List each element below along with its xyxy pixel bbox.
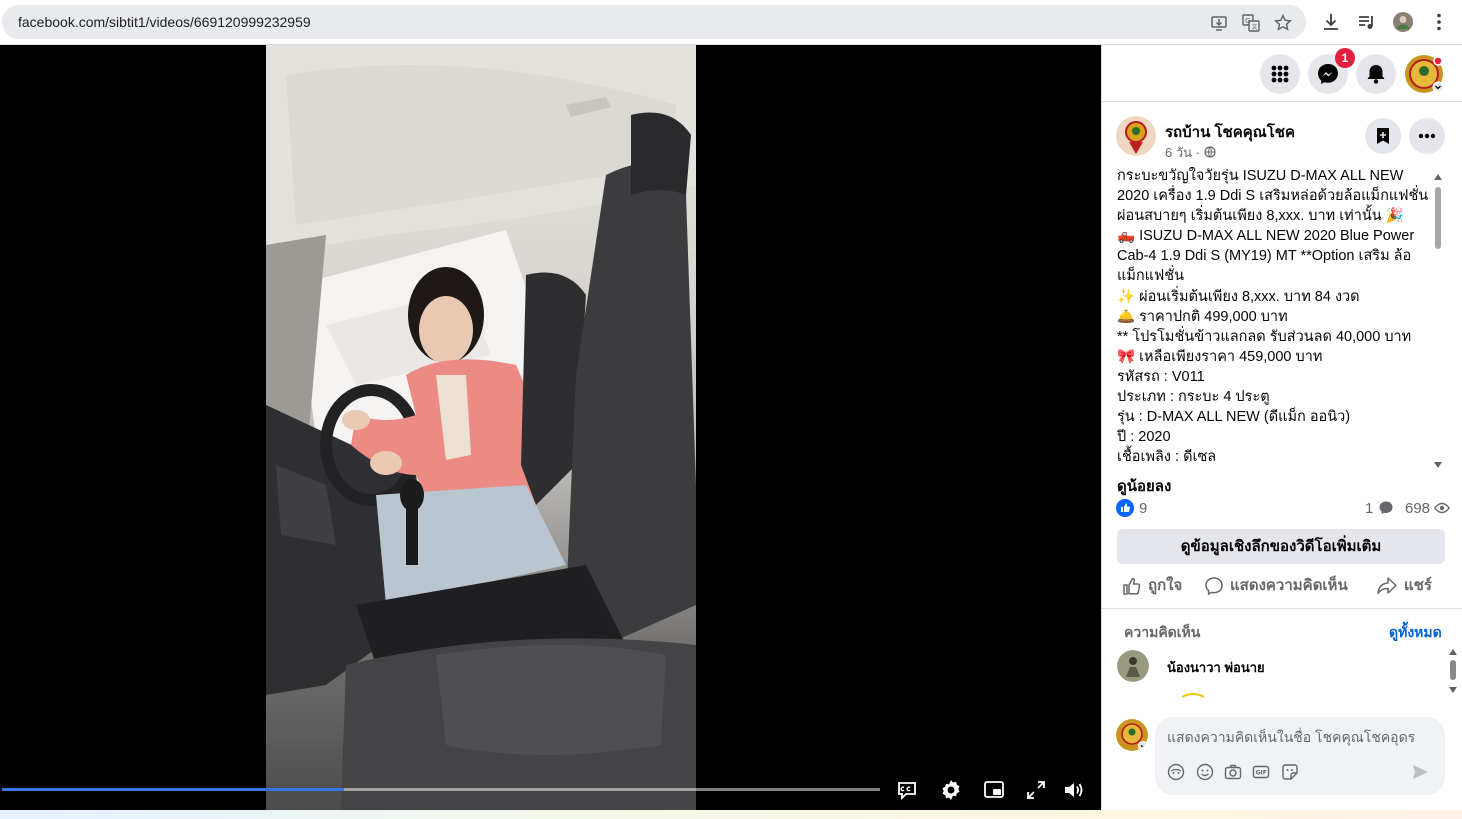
captions-icon[interactable] [895, 778, 919, 802]
browser-toolbar: facebook.com/sibtit1/videos/669120999232… [0, 0, 1462, 45]
volume-icon[interactable] [1062, 778, 1086, 802]
comment-action-label: แสดงความคิดเห็น [1230, 577, 1348, 594]
commenter-avatar[interactable] [1117, 650, 1149, 682]
like-count[interactable]: 9 [1139, 500, 1147, 517]
thumbs-up-icon [1123, 577, 1141, 595]
translate-icon[interactable]: G 文 [1242, 14, 1260, 32]
commenter-name[interactable]: น้องนาวา พ่อนาย [1167, 657, 1265, 678]
progress-bar[interactable] [2, 788, 880, 791]
bookmark-add-icon [1377, 128, 1389, 144]
comment-bubble-icon [1379, 501, 1393, 514]
svg-text:GIF: GIF [1256, 770, 1267, 777]
comment-input-placeholder[interactable]: แสดงความคิดเห็นในชื่อ โชคคุณโชคอุดร [1167, 727, 1415, 749]
view-count-text: 698 [1405, 500, 1431, 517]
video-still [266, 45, 696, 810]
comments-label: ความคิดเห็น [1124, 624, 1201, 640]
svg-text:G: G [1245, 17, 1250, 25]
fullscreen-icon[interactable] [1024, 778, 1048, 802]
more-options-button[interactable] [1409, 118, 1445, 154]
view-count: 698 [1405, 500, 1451, 517]
post-time[interactable]: 6 วัน · [1165, 142, 1216, 163]
share-action-label: แชร์ [1404, 577, 1432, 594]
page-avatar[interactable] [1116, 116, 1156, 156]
avatar-sticker-icon[interactable] [1167, 763, 1185, 781]
page-name[interactable]: รถบ้าน โชคคุณโชค [1165, 120, 1295, 144]
window-bottom-edge [0, 810, 1462, 819]
messenger-badge: 1 [1335, 48, 1355, 68]
description-line: ✨ ผ่อนเริ่มต้นเพียง 8,xxx. บาท 84 งวด [1117, 288, 1360, 305]
like-action-label: ถูกใจ [1148, 577, 1183, 594]
description-line: เชื้อเพลิง : ดีเซล [1117, 449, 1217, 466]
description-line: 🎀 เหลือเพียงราคา 459,000 บาท [1117, 348, 1323, 365]
media-control-icon[interactable] [1356, 11, 1378, 33]
svg-text:文: 文 [1252, 23, 1258, 31]
kebab-menu-icon[interactable] [1428, 11, 1450, 33]
share-action-button[interactable]: แชร์ [1376, 575, 1432, 599]
post-description: กระบะขวัญใจวัยรุ่น ISUZU D-MAX ALL NEW 2… [1117, 166, 1435, 467]
comment-count[interactable]: 1 [1365, 500, 1394, 517]
menu-button[interactable] [1260, 54, 1300, 94]
emoji-icon[interactable] [1196, 763, 1214, 781]
video-player[interactable] [0, 45, 1101, 810]
see-all-comments-link[interactable]: ดูทั้งหมด [1389, 622, 1442, 644]
actions-divider [1101, 608, 1462, 609]
eye-icon [1434, 502, 1451, 514]
description-line: กระบะขวัญใจวัยรุ่น ISUZU D-MAX ALL NEW 2… [1117, 168, 1429, 225]
picture-in-picture-icon[interactable] [982, 778, 1006, 802]
description-line: 🛻 ISUZU D-MAX ALL NEW 2020 Blue Power Ca… [1117, 228, 1415, 285]
description-line: ** โปรโมชั่นข้าวแลกลด รับส่วนลด 40,000 บ… [1117, 328, 1412, 345]
gif-icon[interactable]: GIF [1252, 763, 1270, 781]
comment-action-button[interactable]: แสดงความคิดเห็น [1204, 575, 1348, 599]
download-icon[interactable] [1320, 11, 1342, 33]
address-bar[interactable]: facebook.com/sibtit1/videos/669120999232… [2, 5, 1306, 39]
settings-gear-icon[interactable] [939, 778, 963, 802]
like-action-button[interactable]: ถูกใจ [1122, 575, 1182, 599]
see-less-link[interactable]: ดูน้อยลง [1117, 474, 1171, 498]
comments-scrollbar[interactable] [1447, 648, 1459, 694]
like-reaction-icon[interactable] [1116, 499, 1134, 517]
progress-fill [2, 788, 345, 791]
video-insights-button[interactable]: ดูข้อมูลเชิงลึกของวิดีโอเพิ่มเติม [1117, 529, 1445, 564]
description-line: ประเภท : กระบะ 4 ประตู [1117, 389, 1270, 406]
send-icon[interactable] [1411, 763, 1429, 781]
commenter-avatar-image [1117, 650, 1149, 682]
bookmark-star-icon[interactable] [1274, 14, 1292, 32]
globe-icon [1204, 146, 1216, 158]
comment-icon [1205, 577, 1223, 596]
description-line: รหัสรถ : V011 [1117, 368, 1205, 385]
comment-composer[interactable]: แสดงความคิดเห็นในชื่อ โชคคุณโชคอุดร GIF [1155, 717, 1445, 795]
video-frame[interactable] [266, 45, 696, 810]
notifications-button[interactable] [1356, 54, 1396, 94]
my-avatar-image [1116, 719, 1148, 751]
comment-preview-fragment [1181, 693, 1205, 698]
description-line: รุ่น : D-MAX ALL NEW (ดีแม็ก ออนิว) [1117, 409, 1351, 426]
url-text[interactable]: facebook.com/sibtit1/videos/669120999232… [18, 14, 311, 30]
install-app-icon[interactable] [1210, 14, 1228, 32]
description-line: ปี : 2020 [1117, 429, 1171, 446]
menu-grid-icon [1271, 65, 1289, 83]
sticker-icon[interactable] [1281, 763, 1299, 781]
post-time-text[interactable]: 6 วัน · [1165, 145, 1200, 160]
page-avatar-image [1116, 116, 1156, 156]
header-divider [1101, 101, 1462, 102]
account-avatar-image [1405, 55, 1444, 93]
description-scrollbar[interactable] [1433, 172, 1443, 470]
comment-count-text[interactable]: 1 [1365, 500, 1373, 517]
description-line: 🛎️ ราคาปกติ 499,000 บาท [1117, 308, 1288, 325]
notifications-bell-icon [1367, 65, 1385, 84]
share-icon [1377, 577, 1397, 595]
my-avatar[interactable] [1116, 719, 1148, 751]
account-avatar[interactable] [1404, 54, 1444, 94]
save-post-button[interactable] [1365, 118, 1401, 154]
profile-avatar[interactable] [1392, 11, 1414, 33]
more-dots-icon [1418, 133, 1436, 139]
camera-icon[interactable] [1224, 763, 1242, 781]
